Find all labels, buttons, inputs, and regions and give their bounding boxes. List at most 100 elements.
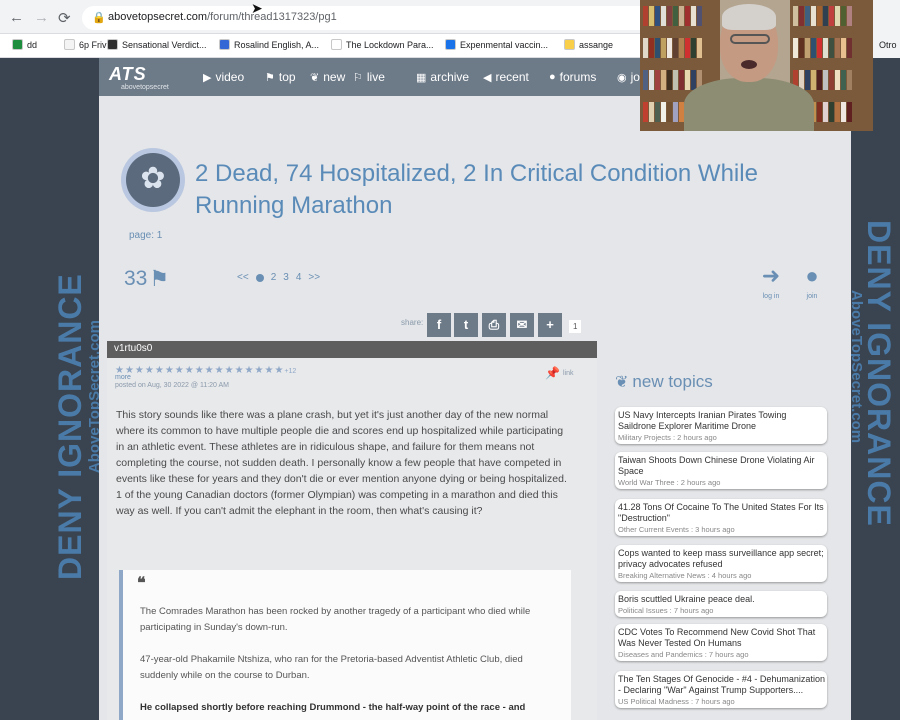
bookmark-label: 6p Friv bbox=[79, 39, 107, 50]
nav-label: recent bbox=[495, 70, 529, 84]
bookmark-item[interactable]: assange bbox=[564, 39, 613, 50]
twitter-share-icon[interactable]: t bbox=[454, 313, 478, 337]
new-topic-item[interactable]: CDC Votes To Recommend New Covid Shot Th… bbox=[615, 624, 827, 661]
login-button[interactable]: ➜ log in bbox=[756, 263, 786, 300]
bookmark-favicon-icon bbox=[12, 39, 23, 50]
new-topic-title[interactable]: Cops wanted to keep mass surveillance ap… bbox=[618, 548, 825, 570]
flag-icon[interactable]: ⚑ bbox=[149, 266, 169, 292]
nav-icon: ● bbox=[549, 71, 556, 83]
bookmark-item[interactable]: Sensational Verdict... bbox=[107, 39, 207, 50]
nav-label: forums bbox=[559, 70, 597, 84]
bookmark-favicon-icon bbox=[107, 39, 118, 50]
quote-paragraph-2: 47-year-old Phakamile Ntshiza, who ran f… bbox=[140, 654, 523, 681]
new-topic-title[interactable]: The Ten Stages Of Genocide - #4 - Dehuma… bbox=[618, 674, 825, 696]
new-topic-meta: Diseases and Pandemics : 7 hours ago bbox=[618, 650, 749, 659]
new-topic-meta: Other Current Events : 3 hours ago bbox=[618, 525, 735, 534]
browser-edge: Otro bbox=[873, 0, 900, 58]
pager-prev[interactable]: << bbox=[237, 272, 249, 283]
nav-icon: ▶ bbox=[203, 71, 212, 84]
print-share-icon[interactable]: ⎙ bbox=[482, 313, 506, 337]
nav-icon: ⚑ bbox=[265, 71, 275, 84]
bookmark-item[interactable]: 6p Friv bbox=[64, 39, 107, 50]
nav-label: jo bbox=[630, 70, 640, 84]
nav-forums[interactable]: ● forums bbox=[549, 70, 596, 84]
login-icon: ➜ bbox=[761, 263, 781, 288]
post-quote: ❝ The Comrades Marathon has been rocked … bbox=[119, 570, 571, 720]
nav-icon: ⚐ bbox=[353, 71, 363, 84]
new-topic-title[interactable]: Taiwan Shoots Down Chinese Drone Violati… bbox=[618, 455, 825, 477]
share-count: 1 bbox=[569, 320, 582, 333]
nav-top[interactable]: ⚑ top bbox=[265, 70, 296, 84]
new-topic-item[interactable]: Taiwan Shoots Down Chinese Drone Violati… bbox=[615, 452, 827, 489]
bookmark-favicon-icon bbox=[564, 39, 575, 50]
bookmark-item[interactable]: Rosalind English, A... bbox=[219, 39, 319, 50]
nav-label: live bbox=[366, 70, 385, 84]
other-bookmarks-label[interactable]: Otro bbox=[879, 40, 897, 50]
nav-recent[interactable]: ◀ recent bbox=[483, 70, 529, 84]
flag-counter[interactable]: 33 ⚑ bbox=[124, 266, 169, 292]
pager-page-2[interactable]: 2 bbox=[271, 272, 277, 283]
pager-page-3[interactable]: 3 bbox=[283, 272, 289, 283]
new-topic-item[interactable]: Cops wanted to keep mass surveillance ap… bbox=[615, 545, 827, 582]
pager-next[interactable]: >> bbox=[308, 272, 320, 283]
user-icon: ● bbox=[805, 263, 819, 288]
nav-label: video bbox=[215, 70, 245, 84]
quote-icon: ❝ bbox=[137, 575, 146, 592]
reload-icon[interactable]: ⟳ bbox=[58, 9, 71, 27]
more-share-icon[interactable]: + bbox=[538, 313, 562, 337]
bookmark-item[interactable]: Expenmental vaccin... bbox=[445, 39, 548, 50]
bookmark-label: Rosalind English, A... bbox=[234, 39, 320, 50]
pager-page-4[interactable]: 4 bbox=[296, 272, 302, 283]
new-topic-meta: Breaking Alternative News : 4 hours ago bbox=[618, 571, 752, 580]
new-topic-title[interactable]: 41.28 Tons Of Cocaine To The United Stat… bbox=[618, 502, 825, 524]
new-topic-item[interactable]: 41.28 Tons Of Cocaine To The United Stat… bbox=[615, 499, 827, 536]
facebook-share-icon[interactable]: f bbox=[427, 313, 451, 337]
post-text: This story sounds like there was a plane… bbox=[116, 409, 567, 517]
new-topic-item[interactable]: The Ten Stages Of Genocide - #4 - Dehuma… bbox=[615, 671, 827, 708]
back-arrow-icon[interactable]: ← bbox=[9, 9, 24, 26]
new-topic-meta: World War Three : 2 hours ago bbox=[618, 478, 721, 487]
new-topic-item[interactable]: Boris scuttled Ukraine peace deal. Politi… bbox=[615, 591, 827, 617]
bookmark-item[interactable]: The Lockdown Para... bbox=[331, 39, 434, 50]
nav-jo[interactable]: ◉ jo bbox=[617, 70, 640, 84]
new-topic-meta: Political Issues : 7 hours ago bbox=[618, 606, 714, 615]
nav-video[interactable]: ▶ video bbox=[203, 70, 244, 84]
new-topics-heading: ❦ new topics bbox=[615, 372, 713, 391]
bookmark-label: Sensational Verdict... bbox=[122, 39, 207, 50]
new-topic-title[interactable]: Boris scuttled Ukraine peace deal. bbox=[618, 594, 825, 605]
bookmark-label: The Lockdown Para... bbox=[346, 39, 434, 50]
post-timestamp: posted on Aug, 30 2022 @ 11:20 AM bbox=[115, 382, 230, 389]
nav-icon: ◀ bbox=[483, 71, 492, 84]
post-link[interactable]: 📌 link bbox=[545, 366, 573, 380]
bookmark-favicon-icon bbox=[64, 39, 75, 50]
pagination: << 2 3 4 >> bbox=[237, 272, 320, 283]
post-body: ★★★★★★★★★★★★★★★★★+12 more posted on Aug,… bbox=[107, 358, 597, 720]
deny-ignorance-right: DENY IGNORANCE bbox=[861, 220, 897, 527]
bookmark-label: dd bbox=[27, 39, 38, 50]
nav-live[interactable]: ⚐ live bbox=[353, 70, 385, 84]
email-share-icon[interactable]: ✉ bbox=[510, 313, 534, 337]
bookmark-label: Expenmental vaccin... bbox=[460, 39, 549, 50]
more-link[interactable]: more bbox=[115, 374, 131, 381]
site-logo[interactable]: ATS abovetopsecret bbox=[109, 64, 183, 92]
quote-paragraph-1: The Comrades Marathon has been rocked by… bbox=[140, 606, 531, 633]
address-bar[interactable]: 🔒 abovetopsecret.com/forum/thread1317323… bbox=[82, 6, 652, 30]
nav-new[interactable]: ❦ new bbox=[310, 70, 345, 84]
nav-label: top bbox=[278, 70, 296, 84]
post-author[interactable]: v1rtu0s0 bbox=[114, 343, 152, 354]
share-label: share: bbox=[401, 318, 424, 327]
forward-arrow-icon[interactable]: → bbox=[34, 9, 49, 26]
nav-label: new bbox=[323, 70, 346, 84]
new-topic-item[interactable]: US Navy Intercepts Iranian Pirates Towin… bbox=[615, 407, 827, 444]
bookmark-item[interactable]: dd bbox=[12, 39, 37, 50]
thread-category-icon: ✿ bbox=[121, 148, 185, 212]
lock-icon: 🔒 bbox=[92, 12, 106, 24]
nav-archive[interactable]: ▦ archive bbox=[416, 70, 469, 84]
new-topic-title[interactable]: CDC Votes To Recommend New Covid Shot Th… bbox=[618, 627, 825, 649]
join-button[interactable]: ● join bbox=[797, 263, 827, 300]
url-text: abovetopsecret.com/forum/thread1317323/p… bbox=[108, 11, 337, 23]
author-stars: ★★★★★★★★★★★★★★★★★+12 bbox=[115, 365, 297, 376]
deny-ignorance-left: DENY IGNORANCE bbox=[52, 273, 88, 580]
nav-label: archive bbox=[430, 70, 470, 84]
new-topic-title[interactable]: US Navy Intercepts Iranian Pirates Towin… bbox=[618, 410, 825, 432]
